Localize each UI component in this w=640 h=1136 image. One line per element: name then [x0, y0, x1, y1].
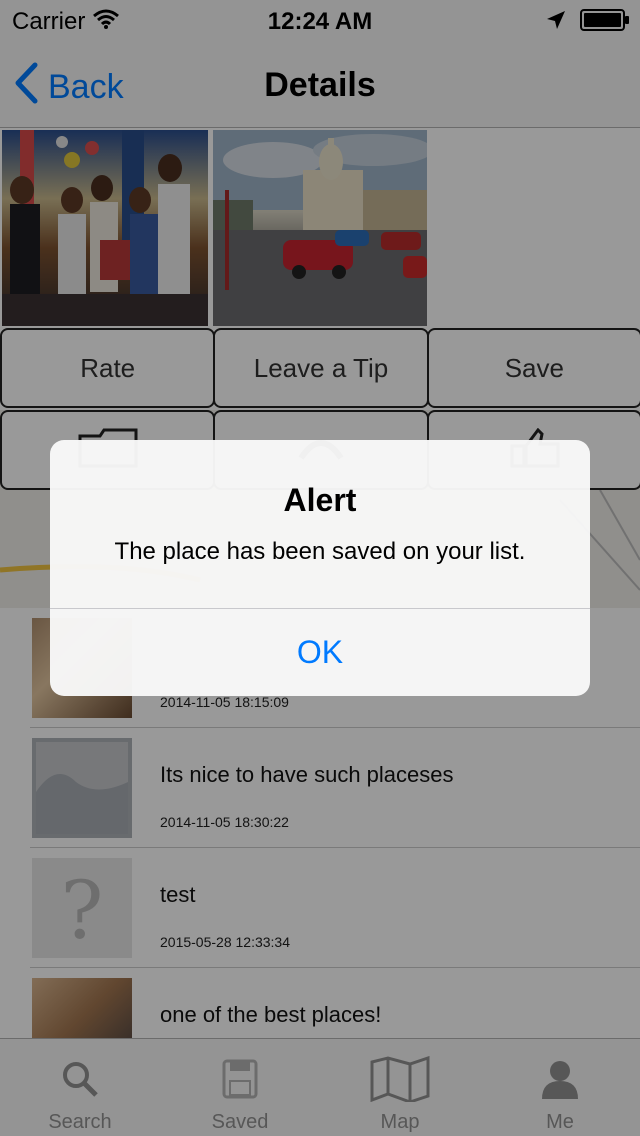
- alert-dialog: Alert The place has been saved on your l…: [50, 440, 590, 696]
- alert-message: The place has been saved on your list.: [114, 538, 526, 565]
- ok-button[interactable]: OK: [50, 608, 590, 696]
- alert-title: Alert: [283, 482, 357, 518]
